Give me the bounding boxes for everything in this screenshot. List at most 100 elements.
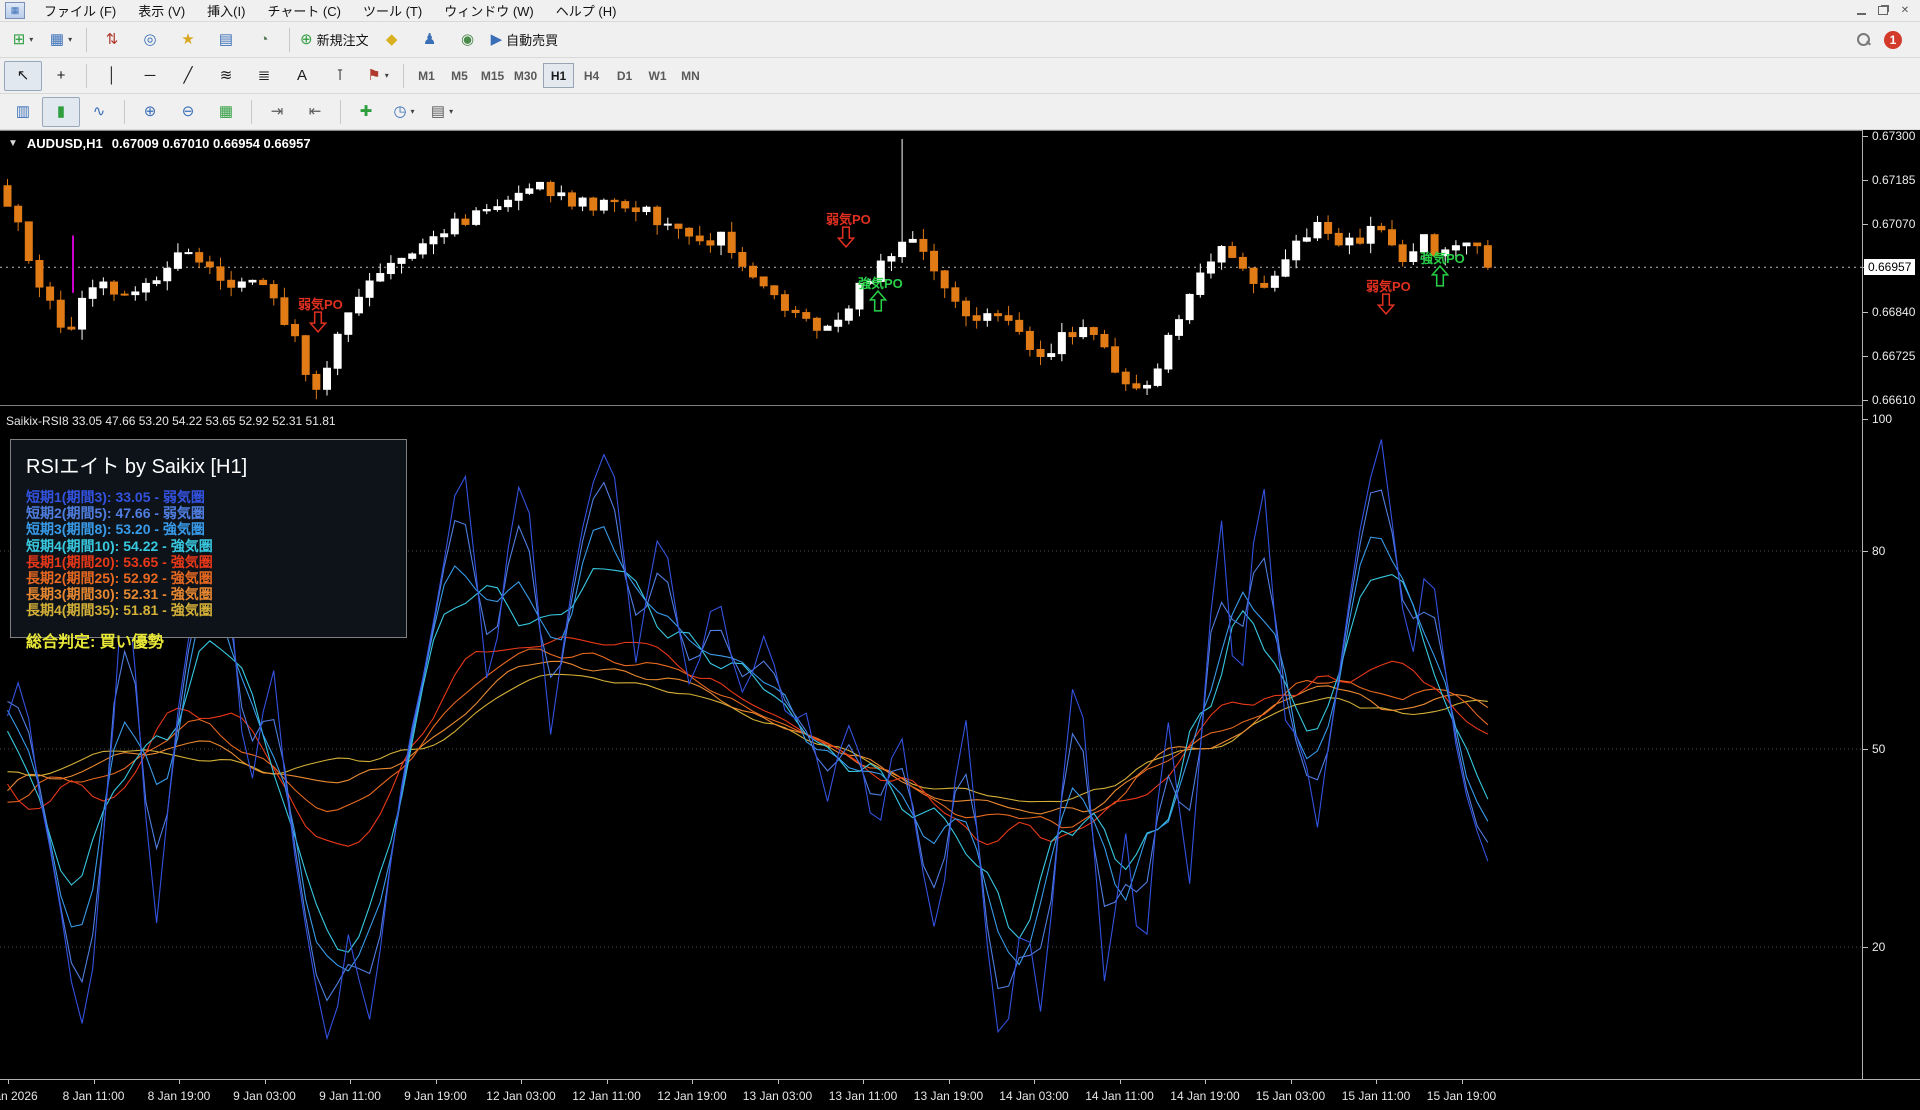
- menu-bar: ▦ ファイル (F)表示 (V)挿入(I)チャート (C)ツール (T)ウィンド…: [0, 0, 1920, 22]
- metaeditor-button[interactable]: ◆: [373, 25, 411, 55]
- toolbar-separator: [340, 100, 341, 124]
- rsi-line-period-25: [8, 649, 1488, 828]
- time-tick: [179, 1080, 180, 1084]
- cursor-button[interactable]: ↖: [4, 61, 42, 91]
- rsi-tick: [1863, 947, 1868, 948]
- time-tick: [1462, 1080, 1463, 1084]
- menu-item-1[interactable]: 表示 (V): [127, 0, 196, 23]
- bar-chart-icon: ▥: [16, 104, 30, 119]
- window-controls: ✕: [1854, 5, 1920, 17]
- chevron-down-icon[interactable]: ▼: [8, 138, 18, 149]
- time-tick: [863, 1080, 864, 1084]
- auto-scroll-button[interactable]: ⇥: [258, 97, 296, 127]
- time-axis-label: 15 Jan 19:00: [1427, 1089, 1496, 1103]
- time-axis-label: 12 Jan 19:00: [657, 1089, 726, 1103]
- timeframe-m5[interactable]: M5: [444, 63, 475, 88]
- crosshair-button[interactable]: +: [42, 61, 80, 91]
- community-button[interactable]: ♟: [411, 25, 449, 55]
- candlestick-chart-button[interactable]: ▮: [42, 97, 80, 127]
- data-window-icon: ◎: [143, 32, 156, 47]
- text-button[interactable]: A: [283, 61, 321, 91]
- zoom-in-button[interactable]: ⊕: [131, 97, 169, 127]
- timeframe-m30[interactable]: M30: [510, 63, 541, 88]
- time-tick: [1376, 1080, 1377, 1084]
- zoom-out-icon: ⊖: [182, 104, 195, 119]
- time-tick: [94, 1080, 95, 1084]
- channel-button[interactable]: ≋: [207, 61, 245, 91]
- menu-item-3[interactable]: チャート (C): [256, 0, 352, 23]
- fibonacci-button[interactable]: ≣: [245, 61, 283, 91]
- time-tick: [692, 1080, 693, 1084]
- text-label-icon: ⊺: [336, 68, 344, 83]
- price-axis[interactable]: 0.673000.671850.670700.669570.668400.667…: [1862, 130, 1920, 1079]
- menu-item-2[interactable]: 挿入(I): [196, 0, 256, 23]
- periods-button[interactable]: ◷▾: [385, 97, 423, 127]
- zoom-out-button[interactable]: ⊖: [169, 97, 207, 127]
- timeframe-h4[interactable]: H4: [576, 63, 607, 88]
- horizontal-line-icon: ─: [145, 68, 156, 83]
- rsi-line-readout-1: 短期2(期間5): 47.66 - 弱気圏: [26, 505, 391, 521]
- dropdown-caret-icon[interactable]: ▾: [29, 35, 33, 44]
- symbol-period-label: AUDUSD,H1: [27, 136, 103, 151]
- bar-chart-button[interactable]: ▥: [4, 97, 42, 127]
- price-axis-label: 0.67185: [1872, 173, 1915, 187]
- horizontal-line-button[interactable]: ─: [131, 61, 169, 91]
- time-axis-label: 9 Jan 11:00: [319, 1089, 381, 1103]
- indicators-button[interactable]: ✚: [347, 97, 385, 127]
- terminal-button[interactable]: ▤: [207, 25, 245, 55]
- menu-item-4[interactable]: ツール (T): [352, 0, 433, 23]
- restore-icon[interactable]: [1876, 5, 1890, 17]
- timeframe-mn[interactable]: MN: [675, 63, 706, 88]
- dropdown-caret-icon[interactable]: ▾: [385, 71, 389, 80]
- timeframe-h1[interactable]: H1: [543, 63, 574, 88]
- time-axis-label: 12 Jan 03:00: [486, 1089, 555, 1103]
- minimize-icon[interactable]: [1854, 5, 1868, 17]
- tile-windows-button[interactable]: ▦: [207, 97, 245, 127]
- text-label-button[interactable]: ⊺: [321, 61, 359, 91]
- price-chart-canvas[interactable]: [0, 130, 1862, 404]
- autotrading-icon: ▶: [491, 32, 503, 47]
- dropdown-caret-icon[interactable]: ▾: [68, 35, 72, 44]
- chart-shift-button[interactable]: ⇤: [296, 97, 334, 127]
- menu-item-5[interactable]: ウィンドウ (W): [433, 0, 545, 23]
- new-order-button[interactable]: ⊕新規注文: [296, 25, 373, 55]
- standard-toolbar: ⊞▾▦▾ ⇅ ◎ ★ ▤◔ ⊕新規注文◆♟◉▶自動売買 1: [0, 22, 1920, 58]
- time-axis-label: 13 Jan 03:00: [743, 1089, 812, 1103]
- time-tick: [521, 1080, 522, 1084]
- menu-item-6[interactable]: ヘルプ (H): [545, 0, 628, 23]
- line-chart-button[interactable]: ∿: [80, 97, 118, 127]
- dropdown-caret-icon[interactable]: ▾: [411, 107, 415, 116]
- menu-item-0[interactable]: ファイル (F): [33, 0, 127, 23]
- autotrading-button[interactable]: ▶自動売買: [487, 25, 563, 55]
- new-chart-button[interactable]: ⊞▾: [4, 25, 42, 55]
- trendline-button[interactable]: ╱: [169, 61, 207, 91]
- navigator-button[interactable]: ★: [169, 25, 207, 55]
- data-window-button[interactable]: ◎: [131, 25, 169, 55]
- dropdown-caret-icon[interactable]: ▾: [449, 107, 453, 116]
- rsi-line-readout-2: 短期3(期間8): 53.20 - 強気圏: [26, 521, 391, 537]
- rsi-tick: [1863, 749, 1868, 750]
- rsi-axis-label: 20: [1872, 940, 1885, 954]
- timeframe-m15[interactable]: M15: [477, 63, 508, 88]
- vertical-line-button[interactable]: │: [93, 61, 131, 91]
- notification-badge[interactable]: 1: [1884, 31, 1902, 49]
- search-icon[interactable]: [1857, 33, 1870, 46]
- price-axis-label: 0.66840: [1872, 305, 1915, 319]
- arrows-button[interactable]: ⚑▾: [359, 61, 397, 91]
- toolbar-separator: [86, 64, 87, 88]
- close-icon[interactable]: ✕: [1898, 5, 1912, 17]
- profiles-button[interactable]: ▦▾: [42, 25, 80, 55]
- strategy-tester-button[interactable]: ◔: [245, 25, 283, 55]
- timeframe-m1[interactable]: M1: [411, 63, 442, 88]
- market-watch-button[interactable]: ⇅: [93, 25, 131, 55]
- toolbar-separator: [251, 100, 252, 124]
- time-axis[interactable]: 8 Jan 20268 Jan 11:008 Jan 19:009 Jan 03…: [0, 1079, 1920, 1110]
- templates-button[interactable]: ▤▾: [423, 97, 461, 127]
- signals-button[interactable]: ◉: [449, 25, 487, 55]
- timeframe-w1[interactable]: W1: [642, 63, 673, 88]
- tile-windows-icon: ▦: [219, 104, 233, 119]
- new-order-button-label: 新規注文: [317, 30, 369, 49]
- timeframe-d1[interactable]: D1: [609, 63, 640, 88]
- navigator-icon: ★: [181, 32, 194, 47]
- rsi-axis-label: 100: [1872, 412, 1892, 426]
